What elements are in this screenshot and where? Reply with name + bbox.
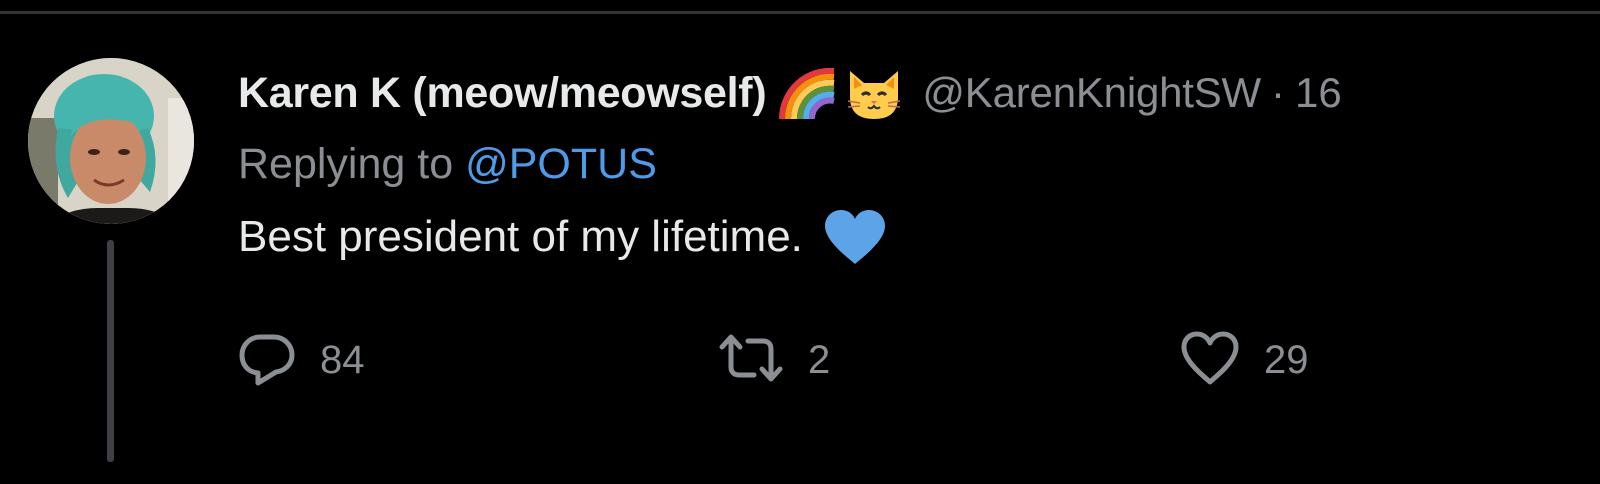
retweet-button[interactable]: 2 [718,330,830,390]
replying-to-label: Replying to [238,140,454,188]
avatar[interactable] [28,58,194,224]
blue-heart-emoji [823,208,887,266]
user-handle[interactable]: @KarenKnightSW [922,69,1261,117]
retweet-count: 2 [808,337,831,382]
like-count: 29 [1264,337,1309,382]
separator-dot: · [1271,69,1285,116]
tweet-body: Karen K (meow/meowself) @KarenKnightSW ·… [238,60,1600,270]
rainbow-emoji [778,63,838,123]
tweet-actions: 84 2 29 [238,330,1538,390]
reply-to-mention[interactable]: @POTUS [465,140,657,188]
reply-count: 84 [320,337,365,382]
timestamp[interactable]: 16 [1295,69,1342,117]
avatar-image [28,58,194,224]
replying-to: Replying to @POTUS [238,136,1600,192]
tweet-text-content: Best president of my lifetime. [238,212,803,261]
reply-button[interactable]: 84 [238,330,365,390]
reply-icon [238,329,296,392]
tweet-text: Best president of my lifetime. [238,204,1600,270]
like-button[interactable]: 29 [1180,330,1309,390]
retweet-icon [718,329,784,392]
top-divider [0,11,1600,14]
thread-line [107,240,114,462]
heart-outline-icon [1180,330,1240,391]
tweet-header: Karen K (meow/meowself) @KarenKnightSW ·… [238,60,1600,126]
cat-face-emoji [844,63,904,123]
display-name[interactable]: Karen K (meow/meowself) [238,69,767,118]
